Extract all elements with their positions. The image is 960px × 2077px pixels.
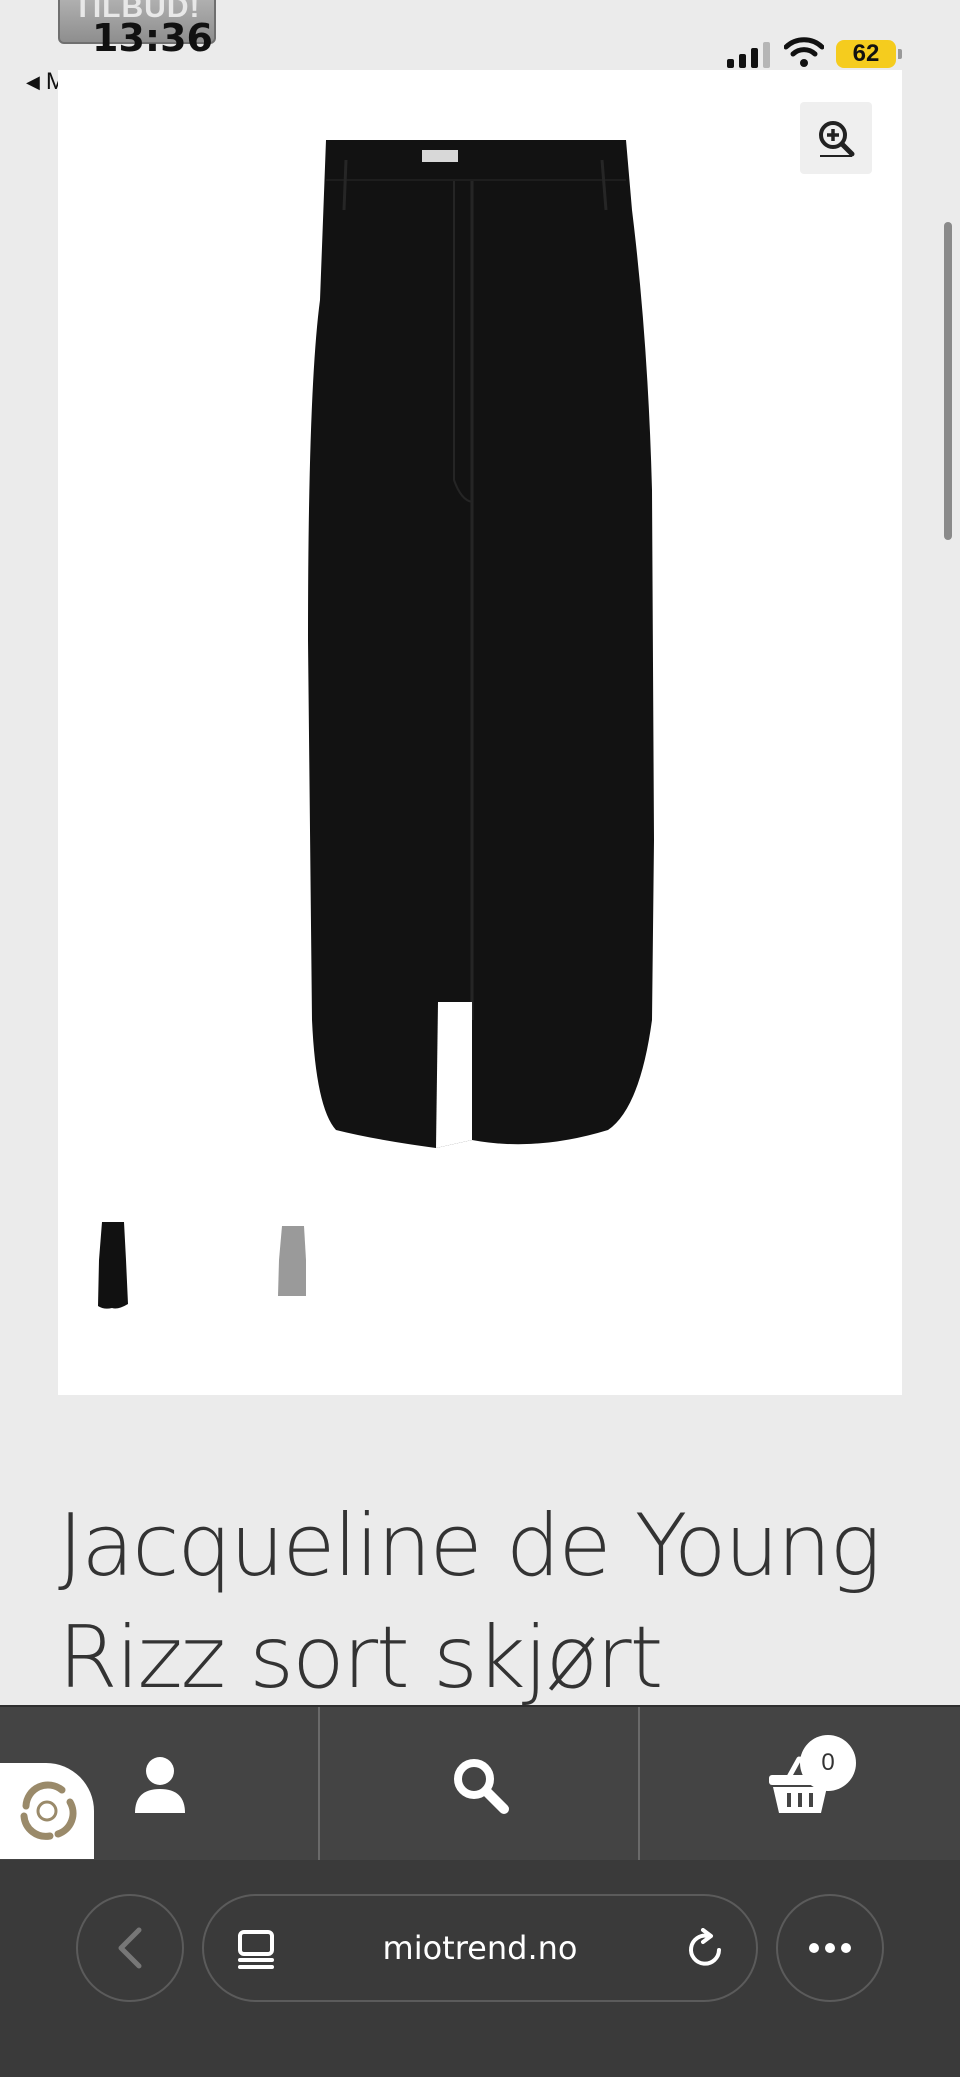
browser-back-button[interactable] [76, 1894, 184, 2002]
recycle-badge[interactable] [0, 1763, 94, 1859]
product-title: Jacqueline de Young Rizz sort skjørt [58, 1490, 918, 1714]
more-options-button[interactable] [776, 1894, 884, 2002]
product-image[interactable] [296, 140, 670, 1190]
product-gallery [58, 70, 902, 1395]
chevron-left-icon [118, 1927, 142, 1969]
recycle-icon [20, 1781, 77, 1840]
zoom-in-icon [819, 121, 855, 157]
clock: 13:36 [92, 16, 213, 60]
site-bottom-nav: 0 [0, 1705, 960, 1862]
search-button[interactable] [320, 1707, 640, 1862]
ellipsis-icon [809, 1943, 851, 1953]
product-title-line2: Rizz sort skjørt [58, 1608, 663, 1708]
product-title-line1: Jacqueline de Young [58, 1496, 881, 1596]
wifi-icon [784, 37, 824, 67]
browser-toolbar: miotrend.no [0, 1860, 960, 2077]
cart-button[interactable] [640, 1707, 960, 1862]
address-bar[interactable]: miotrend.no [202, 1894, 758, 2002]
scrollbar[interactable] [944, 222, 952, 540]
zoom-button[interactable] [800, 102, 872, 174]
url-text: miotrend.no [382, 1929, 578, 1967]
search-icon [454, 1758, 509, 1814]
user-icon [135, 1756, 185, 1813]
cellular-signal-icon [727, 40, 770, 68]
cart-count-badge: 0 [800, 1735, 856, 1791]
battery-indicator: 62 [836, 40, 902, 68]
reload-icon[interactable] [686, 1928, 726, 1970]
thumbnail-grey[interactable] [268, 1220, 318, 1312]
back-triangle-icon: ◀ [26, 71, 40, 92]
thumbnail-black[interactable] [88, 1220, 138, 1312]
